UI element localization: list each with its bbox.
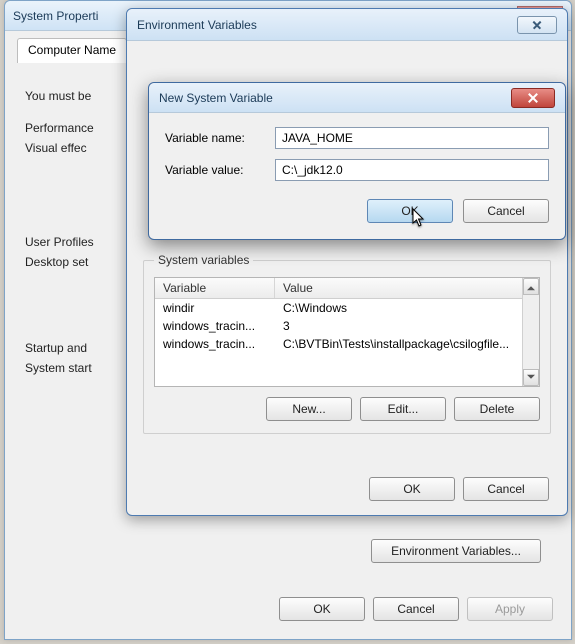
- tab-label: Computer Name: [28, 43, 116, 57]
- env-title: Environment Variables: [137, 18, 257, 32]
- system-properties-footer: OK Cancel Apply: [279, 597, 553, 621]
- cancel-button[interactable]: Cancel: [373, 597, 459, 621]
- apply-button[interactable]: Apply: [467, 597, 553, 621]
- tab-computer-name[interactable]: Computer Name: [17, 38, 127, 63]
- system-variables-list[interactable]: Variable Value windir C:\Windows windows…: [154, 277, 540, 387]
- env-titlebar[interactable]: Environment Variables: [127, 9, 567, 41]
- ok-button[interactable]: OK: [367, 199, 453, 223]
- variable-name-label: Variable name:: [165, 131, 265, 145]
- delete-button[interactable]: Delete: [454, 397, 540, 421]
- variable-value-label: Variable value:: [165, 163, 265, 177]
- ok-button[interactable]: OK: [369, 477, 455, 501]
- scroll-up-icon[interactable]: [523, 278, 539, 295]
- variable-value-input[interactable]: [275, 159, 549, 181]
- cancel-button[interactable]: Cancel: [463, 199, 549, 223]
- new-button[interactable]: New...: [266, 397, 352, 421]
- system-variables-legend: System variables: [154, 253, 253, 267]
- environment-variables-button[interactable]: Environment Variables...: [371, 539, 541, 563]
- variable-name-input[interactable]: [275, 127, 549, 149]
- col-value[interactable]: Value: [275, 278, 539, 298]
- close-icon[interactable]: [511, 88, 555, 108]
- scroll-down-icon[interactable]: [523, 369, 539, 386]
- col-variable[interactable]: Variable: [155, 278, 275, 298]
- list-header: Variable Value: [155, 278, 539, 299]
- table-row[interactable]: windows_tracin... 3: [155, 317, 539, 335]
- table-row[interactable]: windows_tracin... C:\BVTBin\Tests\instal…: [155, 335, 539, 353]
- cancel-button[interactable]: Cancel: [463, 477, 549, 501]
- table-row[interactable]: windir C:\Windows: [155, 299, 539, 317]
- newvar-titlebar[interactable]: New System Variable: [149, 83, 565, 113]
- edit-button[interactable]: Edit...: [360, 397, 446, 421]
- system-properties-title: System Properti: [13, 9, 98, 23]
- new-system-variable-dialog: New System Variable Variable name: Varia…: [148, 82, 566, 240]
- close-icon[interactable]: [517, 16, 557, 34]
- system-variables-group: System variables Variable Value windir C…: [143, 253, 551, 434]
- scrollbar[interactable]: [522, 278, 539, 386]
- ok-button[interactable]: OK: [279, 597, 365, 621]
- newvar-title: New System Variable: [159, 91, 273, 105]
